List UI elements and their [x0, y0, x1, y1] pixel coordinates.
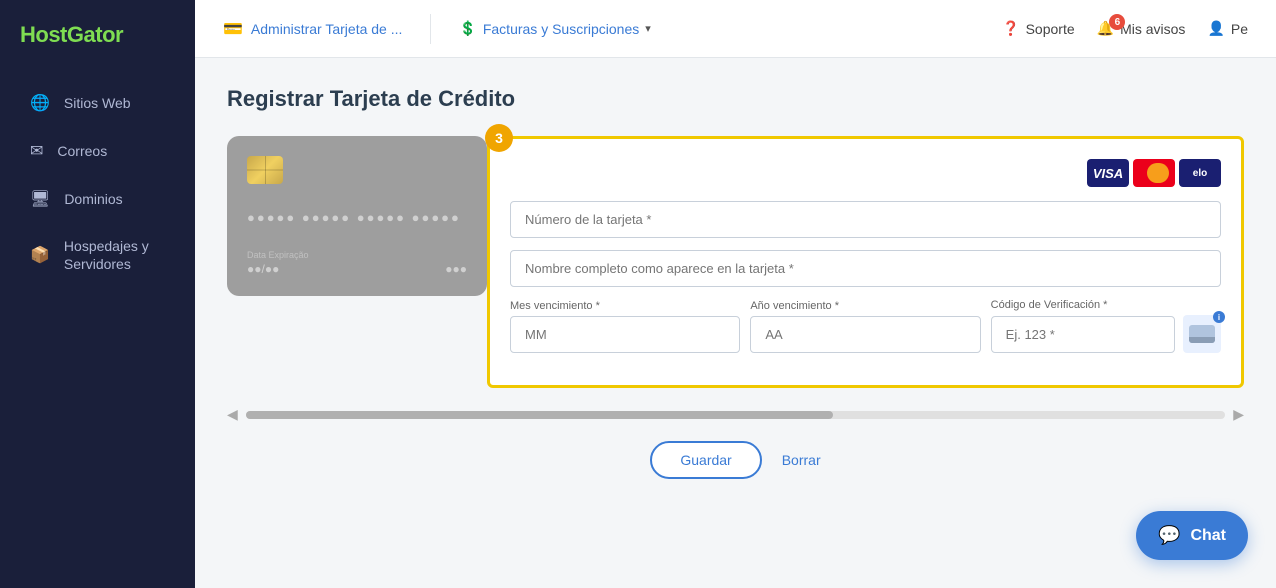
- expiry-cvv-row: Mes vencimiento * Año vencimiento * Códi…: [510, 299, 1221, 353]
- card-expiry-value: ●●/●●: [247, 262, 309, 276]
- brand-logo: HostGator: [0, 0, 195, 70]
- topbar-right: ❓ Soporte 🔔 6 Mis avisos 👤 Pe: [1002, 20, 1248, 37]
- sidebar-nav: 🌐 Sitios Web ✉ Correos 🖥 Dominios 📦 Hosp…: [0, 70, 195, 296]
- globe-icon: 🌐: [30, 93, 50, 113]
- form-panel: VISA elo Mes: [487, 136, 1244, 388]
- sidebar-item-dominios[interactable]: 🖥 Dominios: [8, 176, 187, 222]
- card-number-row: [510, 201, 1221, 238]
- step-badge: 3: [485, 124, 513, 152]
- topbar-divider: [430, 14, 431, 44]
- month-field-group: Mes vencimiento *: [510, 300, 740, 353]
- card-expiry: Data Expiração ●●/●●: [247, 250, 309, 276]
- topbar-support[interactable]: ❓ Soporte: [1002, 20, 1074, 37]
- month-input[interactable]: [510, 316, 740, 353]
- save-button[interactable]: Guardar: [650, 441, 761, 479]
- topbar: 💳 Administrar Tarjeta de ... 💲 Facturas …: [195, 0, 1276, 58]
- scroll-left-arrow[interactable]: ◀: [227, 406, 238, 423]
- year-field-group: Año vencimiento *: [750, 300, 980, 353]
- scroll-track[interactable]: [246, 411, 1225, 419]
- month-label: Mes vencimiento *: [510, 300, 740, 312]
- credit-card-icon: 💳: [223, 19, 243, 39]
- delete-button[interactable]: Borrar: [782, 452, 821, 468]
- cvv-help-icon[interactable]: i: [1183, 315, 1221, 353]
- page-title: Registrar Tarjeta de Crédito: [227, 86, 1244, 112]
- scroll-thumb: [246, 411, 834, 419]
- card-form-container: ●●●●● ●●●●● ●●●●● ●●●●● Data Expiração ●…: [227, 136, 1244, 388]
- scroll-right-arrow[interactable]: ▶: [1233, 406, 1244, 423]
- card-number-display: ●●●●● ●●●●● ●●●●● ●●●●●: [247, 210, 467, 225]
- sidebar-item-correos[interactable]: ✉ Correos: [8, 128, 187, 174]
- scroll-bar-area: ◀ ▶: [227, 406, 1244, 423]
- content-area: Registrar Tarjeta de Crédito ●●●●● ●●●●●…: [195, 58, 1276, 588]
- card-logos: VISA elo: [510, 159, 1221, 187]
- mail-icon: ✉: [30, 141, 43, 161]
- other-card-logo: elo: [1179, 159, 1221, 187]
- chat-label: Chat: [1190, 527, 1226, 545]
- monitor-icon: 🖥: [30, 189, 50, 209]
- card-cvv-dots: ●●●: [445, 262, 467, 276]
- card-chip: [247, 156, 283, 184]
- card-expiry-label: Data Expiração: [247, 250, 309, 260]
- card-cvv-area: ●●●: [445, 262, 467, 276]
- chat-button[interactable]: 💬 Chat: [1136, 511, 1248, 560]
- topbar-profile[interactable]: 👤 Pe: [1207, 20, 1248, 37]
- cvv-label: Código de Verificación *: [991, 299, 1221, 311]
- dollar-icon: 💲: [459, 20, 476, 37]
- cardholder-row: [510, 250, 1221, 287]
- info-icon: i: [1213, 311, 1225, 323]
- year-input[interactable]: [750, 316, 980, 353]
- card-bottom: Data Expiração ●●/●● ●●●: [247, 250, 467, 276]
- cvv-field-group: Código de Verificación * i: [991, 299, 1221, 353]
- sidebar-item-sitios-web[interactable]: 🌐 Sitios Web: [8, 80, 187, 126]
- sidebar: HostGator 🌐 Sitios Web ✉ Correos 🖥 Domin…: [0, 0, 195, 588]
- cvv-card-icon: [1189, 325, 1215, 343]
- card-number-input[interactable]: [510, 201, 1221, 238]
- chevron-down-icon: ▾: [645, 22, 651, 35]
- topbar-page-title: 💳 Administrar Tarjeta de ...: [223, 19, 402, 39]
- question-icon: ❓: [1002, 20, 1019, 37]
- chat-icon: 💬: [1158, 525, 1180, 546]
- cvv-input[interactable]: [991, 316, 1175, 353]
- action-row: Guardar Borrar: [227, 441, 1244, 479]
- mastercard-logo: [1133, 159, 1175, 187]
- credit-card-visual: ●●●●● ●●●●● ●●●●● ●●●●● Data Expiração ●…: [227, 136, 487, 296]
- server-icon: 📦: [30, 245, 50, 265]
- sidebar-item-hospedajes[interactable]: 📦 Hospedajes y Servidores: [8, 224, 187, 286]
- cardholder-input[interactable]: [510, 250, 1221, 287]
- profile-icon: 👤: [1207, 20, 1224, 37]
- main-area: 💳 Administrar Tarjeta de ... 💲 Facturas …: [195, 0, 1276, 588]
- year-label: Año vencimiento *: [750, 300, 980, 312]
- visa-logo: VISA: [1087, 159, 1129, 187]
- cvv-wrapper: i: [991, 315, 1221, 353]
- topbar-billing[interactable]: 💲 Facturas y Suscripciones ▾: [459, 20, 650, 37]
- topbar-notifications[interactable]: 🔔 6 Mis avisos: [1097, 20, 1186, 37]
